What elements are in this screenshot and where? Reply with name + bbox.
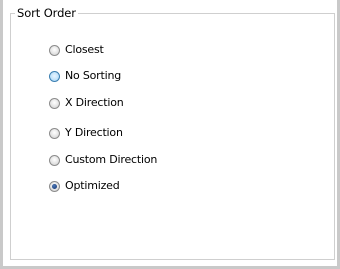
radio-label-custom-direction[interactable]: Custom Direction xyxy=(65,153,157,167)
radio-option-closest[interactable]: Closest xyxy=(49,42,104,58)
radio-button-icon[interactable] xyxy=(49,127,60,139)
radio-button-icon[interactable] xyxy=(49,154,60,166)
radio-label-y-direction[interactable]: Y Direction xyxy=(65,126,123,140)
radio-label-x-direction[interactable]: X Direction xyxy=(65,96,124,110)
radio-label-no-sorting[interactable]: No Sorting xyxy=(65,69,121,83)
radio-option-no-sorting[interactable]: No Sorting xyxy=(49,68,121,84)
radio-label-closest[interactable]: Closest xyxy=(65,43,104,57)
radio-button-icon[interactable] xyxy=(49,97,60,109)
radio-option-optimized[interactable]: Optimized xyxy=(49,178,120,194)
dialog-panel: Sort Order Closest No Sorting X Directio… xyxy=(0,0,340,269)
radio-label-optimized[interactable]: Optimized xyxy=(65,179,120,193)
radio-option-y-direction[interactable]: Y Direction xyxy=(49,125,123,141)
radio-button-icon[interactable] xyxy=(49,44,60,56)
sort-order-group-title: Sort Order xyxy=(15,6,78,20)
radio-button-icon[interactable] xyxy=(49,70,60,82)
radio-button-checked-icon[interactable] xyxy=(49,180,60,192)
radio-option-x-direction[interactable]: X Direction xyxy=(49,95,124,111)
radio-option-custom-direction[interactable]: Custom Direction xyxy=(49,152,157,168)
